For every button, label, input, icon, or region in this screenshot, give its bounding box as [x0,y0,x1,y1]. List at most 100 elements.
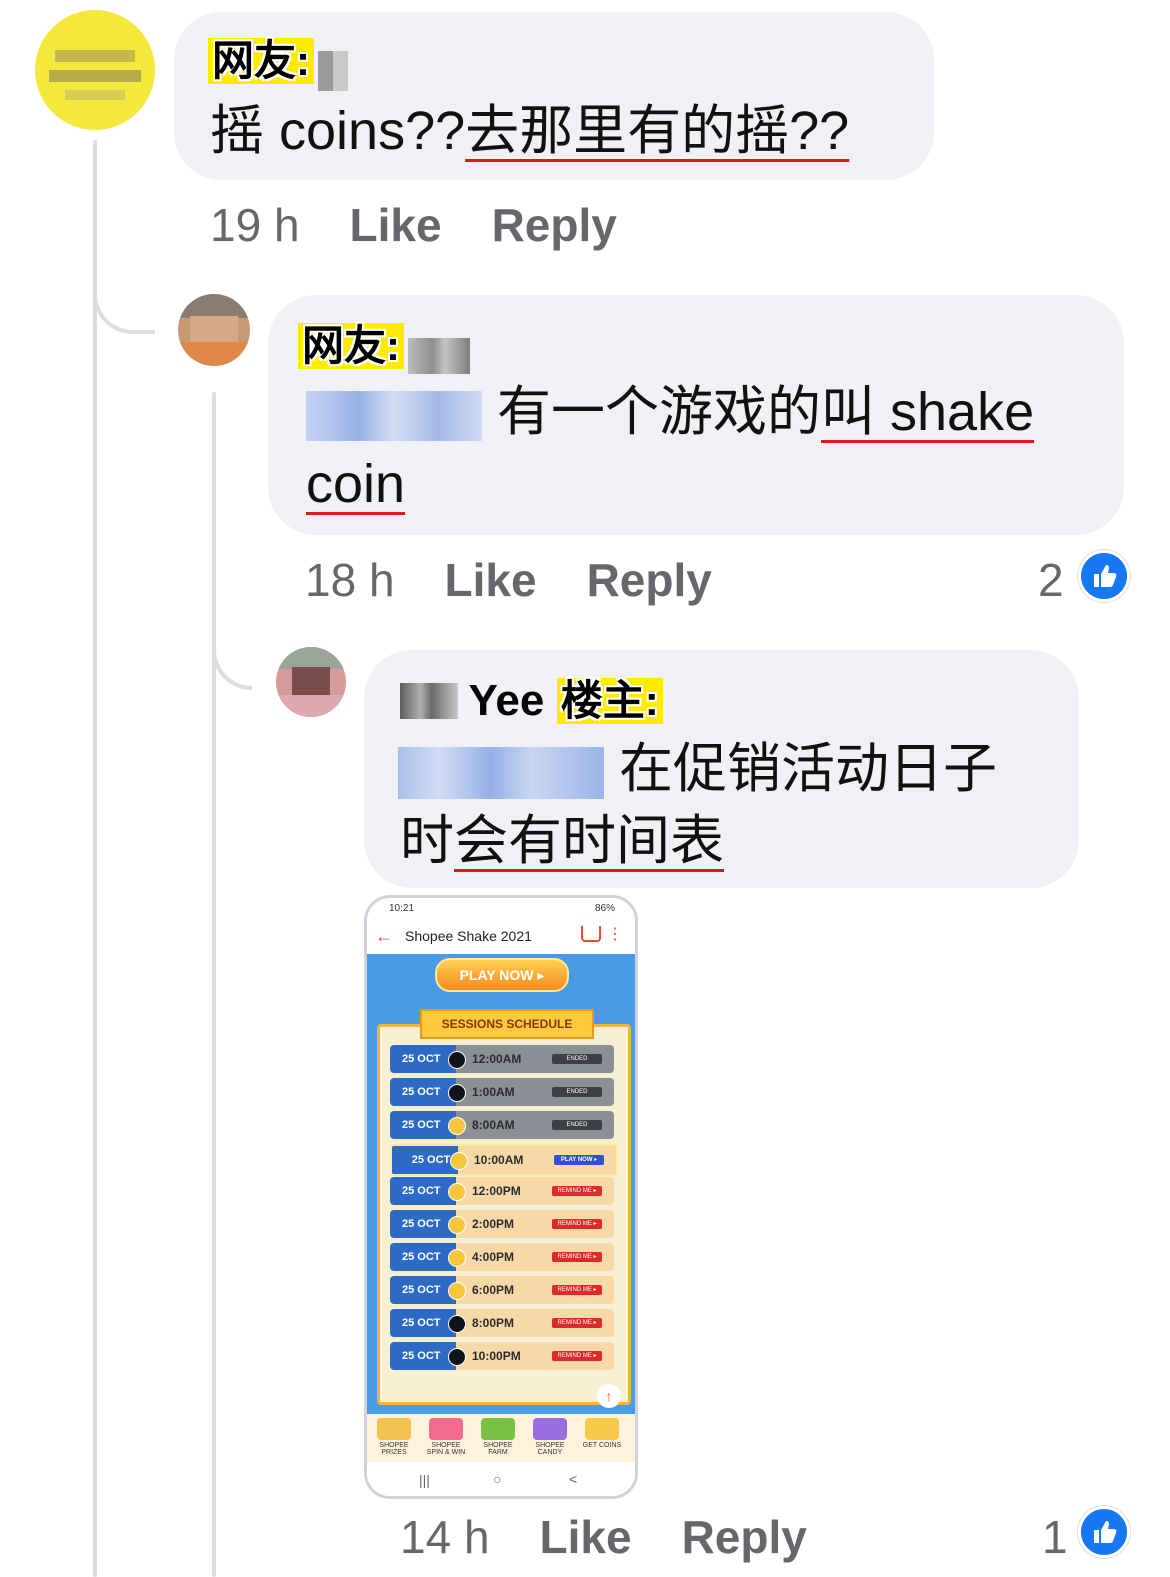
commenter-tag: 网友: [208,38,314,84]
attached-screenshot[interactable]: 10:21 86% ← Shopee Shake 2021 ⋮ PLAY NOW… [364,895,638,1499]
comment-actions: 19 h Like Reply [210,198,617,252]
shortcut-farm: SHOPEE FARM [475,1418,521,1456]
thread-branch-2 [212,600,252,690]
play-now-button: PLAY NOW ▸ [435,958,569,992]
comment-text-part: 时 [400,811,454,871]
more-icon: ⋮ [607,926,623,943]
reply-button[interactable]: Reply [492,199,617,251]
comment-text-part: 有一个游戏的 [482,382,822,442]
session-status: REMIND ME ▸ [552,1219,602,1229]
comment-text-line2: coin [306,449,405,519]
timestamp[interactable]: 19 h [210,199,300,251]
session-status: PLAY NOW ▸ [554,1155,604,1165]
session-time: 6:00PM [472,1283,515,1297]
session-time: 12:00PM [472,1184,521,1198]
thumbs-up-icon[interactable] [1078,1506,1130,1558]
comment-text: 摇 coins??去那里有的摇?? [210,96,849,166]
scroll-top-icon: ↑ [597,1384,621,1408]
schedule-title: SESSIONS SCHEDULE [420,1009,594,1039]
reaction-count[interactable]: 2 [1038,553,1064,607]
moon-icon [448,1315,466,1333]
moon-icon [448,1084,466,1102]
like-button[interactable]: Like [445,554,537,606]
reply-button[interactable]: Reply [587,554,712,606]
comment-text-line2: 时会有时间表 [400,806,724,876]
back-arrow-icon: ← [375,926,393,946]
blurred-mention[interactable] [306,390,482,441]
sun-icon [450,1152,468,1170]
reaction-count[interactable]: 1 [1042,1510,1068,1564]
comment-bubble: Yee 楼主: 在促销活动日子 时会有时间表 [364,650,1079,888]
underlined-text: 去那里有的摇?? [465,101,850,161]
session-time: 10:00PM [472,1349,521,1363]
thread-line-main [93,140,97,1577]
comment-text: 有一个游戏的叫 shake [306,377,1034,447]
sun-icon [448,1216,466,1234]
blurred-name [318,50,349,91]
session-row: 25 OCT 6:00PM REMIND ME ▸ [390,1276,614,1304]
sun-icon [448,1249,466,1267]
session-time: 4:00PM [472,1250,515,1264]
back-icon: < [569,1471,578,1487]
session-row: 25 OCT 8:00PM REMIND ME ▸ [390,1309,614,1337]
session-date: 25 OCT [390,1045,456,1073]
moon-icon [448,1051,466,1069]
session-status: ENDED [552,1120,602,1130]
timestamp[interactable]: 18 h [305,554,395,606]
shortcut-spin: SHOPEE SPIN & WIN [423,1418,469,1456]
shortcut-prizes: SHOPEE PRIZES [371,1418,417,1456]
phone-status-bar: 10:21 86% [367,898,635,920]
thumbs-up-icon[interactable] [1078,550,1130,602]
status-battery: 86% [594,903,615,914]
game-panel: PLAY NOW ▸ SESSIONS SCHEDULE 25 OCT 12:0… [367,954,635,1414]
avatar[interactable] [178,294,250,366]
shortcut-label: SHOPEE CANDY [535,1442,565,1456]
avatar[interactable] [35,10,155,130]
cart-icon [581,926,601,942]
session-date: 25 OCT [390,1342,456,1370]
session-row: 25 OCT 4:00PM REMIND ME ▸ [390,1243,614,1271]
session-status: REMIND ME ▸ [552,1285,602,1295]
thread-line-reply [212,392,216,1577]
comment-bubble: 网友: 有一个游戏的叫 shake coin [268,295,1124,535]
reply-button[interactable]: Reply [682,1511,807,1563]
commenter-name[interactable]: Yee 楼主: [400,676,663,726]
session-row: 25 OCT 10:00PM REMIND ME ▸ [390,1342,614,1370]
session-date: 25 OCT [390,1210,456,1238]
session-status: ENDED [552,1087,602,1097]
session-row: 25 OCT 2:00PM REMIND ME ▸ [390,1210,614,1238]
session-status: REMIND ME ▸ [552,1252,602,1262]
sun-icon [448,1183,466,1201]
session-date: 25 OCT [390,1276,456,1304]
session-date: 25 OCT [392,1146,458,1174]
phone-app-header: ← Shopee Shake 2021 ⋮ [367,920,635,954]
android-nav-bar: ||| ○ < [367,1466,635,1496]
sun-icon [448,1282,466,1300]
session-status: REMIND ME ▸ [552,1351,602,1361]
commenter-name[interactable]: 网友: [208,38,349,91]
like-button[interactable]: Like [350,199,442,251]
underlined-text: coin [306,454,406,514]
thread-branch-1 [93,240,155,334]
comment-text: 在促销活动日子 [398,734,997,804]
shortcut-label: GET COINS [582,1442,622,1449]
session-date: 25 OCT [390,1309,456,1337]
session-row: 25 OCT 12:00AM ENDED [390,1045,614,1073]
game-shortcuts: SHOPEE PRIZES SHOPEE SPIN & WIN SHOPEE F… [367,1414,635,1462]
like-button[interactable]: Like [540,1511,632,1563]
blurred-mention[interactable] [398,746,604,799]
session-time: 12:00AM [472,1052,522,1066]
underlined-text: 会有时间表 [454,811,724,871]
underlined-text: 叫 shake [821,382,1035,442]
avatar[interactable] [276,647,346,717]
timestamp[interactable]: 14 h [400,1511,490,1563]
home-icon: ○ [493,1471,502,1487]
session-time: 10:00AM [474,1153,524,1167]
shortcut-label: SHOPEE FARM [483,1442,513,1456]
comment-bubble: 网友: 摇 coins??去那里有的摇?? [174,12,934,180]
session-time: 2:00PM [472,1217,515,1231]
blurred-name [408,337,471,374]
moon-icon [448,1348,466,1366]
session-time: 1:00AM [472,1085,515,1099]
commenter-name[interactable]: 网友: [298,323,471,374]
